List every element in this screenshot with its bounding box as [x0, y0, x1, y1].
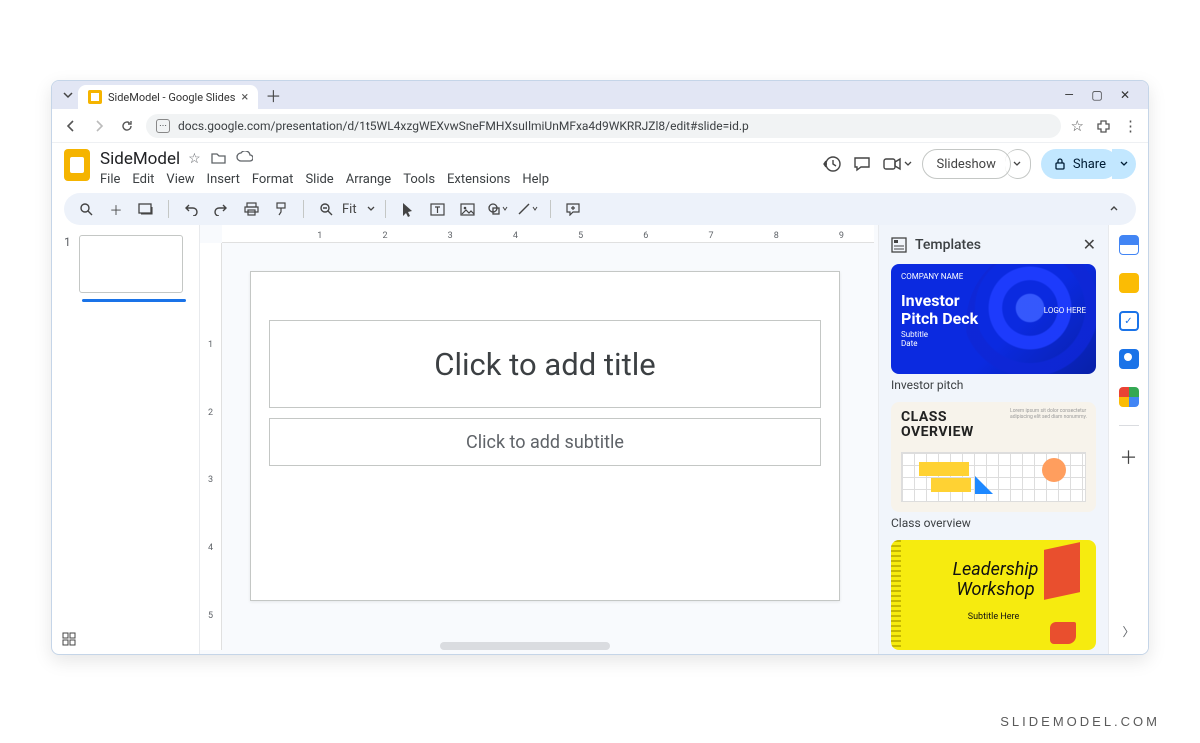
paint-format-button[interactable]: [269, 197, 293, 221]
menu-insert[interactable]: Insert: [207, 172, 240, 187]
lock-icon: [1053, 157, 1067, 171]
document-title[interactable]: SideModel: [100, 149, 180, 169]
extensions-icon[interactable]: [1096, 118, 1111, 133]
zoom-level[interactable]: Fit: [342, 202, 357, 217]
browser-window: SideModel - Google Slides × ＋ — ▢ ✕ ⋯ do…: [51, 80, 1149, 655]
active-slide-indicator: [82, 299, 186, 302]
template-item[interactable]: COMPANY NAME InvestorPitch Deck Subtitle…: [891, 264, 1096, 392]
slides-header: SideModel ☆ File Edit View Insert Format…: [52, 143, 1148, 187]
shape-button[interactable]: [486, 197, 510, 221]
new-slide-menu-button[interactable]: [134, 197, 158, 221]
calendar-icon[interactable]: [1119, 235, 1139, 255]
ruler-horizontal: 123456789: [222, 225, 874, 243]
templates-icon: [891, 237, 907, 253]
title-placeholder[interactable]: Click to add title: [269, 320, 821, 408]
canvas-area: 123456789 12345 Click to add title Click…: [200, 225, 878, 654]
tasks-icon[interactable]: [1119, 311, 1139, 331]
ruler-vertical: 12345: [200, 243, 222, 650]
nav-reload-button[interactable]: [118, 117, 136, 135]
history-icon[interactable]: [822, 154, 842, 174]
line-button[interactable]: [516, 197, 540, 221]
maps-icon[interactable]: [1119, 387, 1139, 407]
filmstrip: 1: [52, 225, 200, 654]
menu-extensions[interactable]: Extensions: [447, 172, 510, 187]
menu-tools[interactable]: Tools: [403, 172, 435, 187]
toolbar: ＋ Fit: [64, 193, 1136, 225]
window-maximize-button[interactable]: ▢: [1090, 88, 1104, 102]
browser-menu-icon[interactable]: ⋮: [1123, 117, 1138, 135]
site-info-icon[interactable]: ⋯: [156, 119, 170, 133]
zoom-icon[interactable]: [314, 197, 338, 221]
subtitle-placeholder[interactable]: Click to add subtitle: [269, 418, 821, 466]
print-button[interactable]: [239, 197, 263, 221]
templates-panel: Templates ✕ COMPANY NAME InvestorPitch D…: [878, 225, 1108, 654]
templates-close-button[interactable]: ✕: [1083, 235, 1096, 254]
tab-title: SideModel - Google Slides: [108, 91, 235, 104]
menu-help[interactable]: Help: [522, 172, 549, 187]
meet-icon[interactable]: [882, 156, 912, 172]
menu-bar: File Edit View Insert Format Slide Arran…: [100, 172, 549, 187]
keep-icon[interactable]: [1119, 273, 1139, 293]
addons-button[interactable]: ＋: [1120, 444, 1138, 470]
textbox-button[interactable]: [426, 197, 450, 221]
share-menu-button[interactable]: [1112, 149, 1136, 179]
chevron-down-icon[interactable]: [367, 205, 375, 213]
url-text: docs.google.com/presentation/d/1t5WL4xzg…: [178, 119, 749, 133]
select-tool-button[interactable]: [396, 197, 420, 221]
tab-search-button[interactable]: [58, 85, 78, 105]
nav-back-button[interactable]: [62, 117, 80, 135]
tab-close-button[interactable]: ×: [241, 90, 248, 105]
new-tab-button[interactable]: ＋: [262, 84, 284, 106]
address-bar: ⋯ docs.google.com/presentation/d/1t5WL4x…: [52, 109, 1148, 143]
slides-favicon-icon: [88, 90, 102, 104]
template-item[interactable]: CLASSOVERVIEW Lorem ipsum sit dolor cons…: [891, 402, 1096, 530]
collapse-toolbar-button[interactable]: [1102, 197, 1126, 221]
main-area: 1 123456789 12345 Click to add title Cli…: [52, 225, 1148, 654]
search-menus-icon[interactable]: [74, 197, 98, 221]
slide-thumbnail[interactable]: [79, 235, 183, 293]
side-panel-collapse-button[interactable]: 〉: [1122, 623, 1134, 640]
slide-number: 1: [64, 235, 71, 293]
undo-button[interactable]: [179, 197, 203, 221]
menu-arrange[interactable]: Arrange: [346, 172, 391, 187]
new-slide-button[interactable]: ＋: [104, 197, 128, 221]
tab-strip: SideModel - Google Slides × ＋ — ▢ ✕: [52, 81, 1148, 109]
slides-logo-icon: [64, 149, 90, 181]
menu-file[interactable]: File: [100, 172, 120, 187]
slideshow-menu-button[interactable]: [1005, 149, 1031, 179]
side-panel-rail: ＋ 〉: [1108, 225, 1148, 654]
cloud-status-icon[interactable]: [236, 151, 253, 167]
comments-icon[interactable]: [852, 154, 872, 174]
menu-edit[interactable]: Edit: [132, 172, 154, 187]
menu-view[interactable]: View: [166, 172, 194, 187]
window-minimize-button[interactable]: —: [1062, 88, 1076, 102]
move-icon[interactable]: [211, 151, 226, 167]
horizontal-scrollbar[interactable]: [440, 642, 610, 650]
nav-forward-button[interactable]: [90, 117, 108, 135]
window-controls: — ▢ ✕: [1062, 88, 1142, 102]
menu-slide[interactable]: Slide: [305, 172, 333, 187]
contacts-icon[interactable]: [1119, 349, 1139, 369]
menu-format[interactable]: Format: [252, 172, 294, 187]
bookmark-icon[interactable]: ☆: [1071, 117, 1084, 135]
browser-tab[interactable]: SideModel - Google Slides ×: [78, 85, 258, 109]
omnibox[interactable]: ⋯ docs.google.com/presentation/d/1t5WL4x…: [146, 114, 1061, 138]
comment-button[interactable]: [561, 197, 585, 221]
window-close-button[interactable]: ✕: [1118, 88, 1132, 102]
redo-button[interactable]: [209, 197, 233, 221]
slide-canvas[interactable]: Click to add title Click to add subtitle: [250, 271, 840, 601]
image-button[interactable]: [456, 197, 480, 221]
templates-heading: Templates: [915, 237, 981, 253]
star-icon[interactable]: ☆: [188, 151, 201, 167]
template-item[interactable]: LeadershipWorkshop Subtitle Here Worksho…: [891, 540, 1096, 654]
watermark: SLIDEMODEL.COM: [1000, 714, 1160, 729]
slideshow-button[interactable]: Slideshow: [922, 149, 1011, 179]
share-button[interactable]: Share: [1041, 149, 1118, 179]
grid-view-button[interactable]: [62, 632, 76, 646]
